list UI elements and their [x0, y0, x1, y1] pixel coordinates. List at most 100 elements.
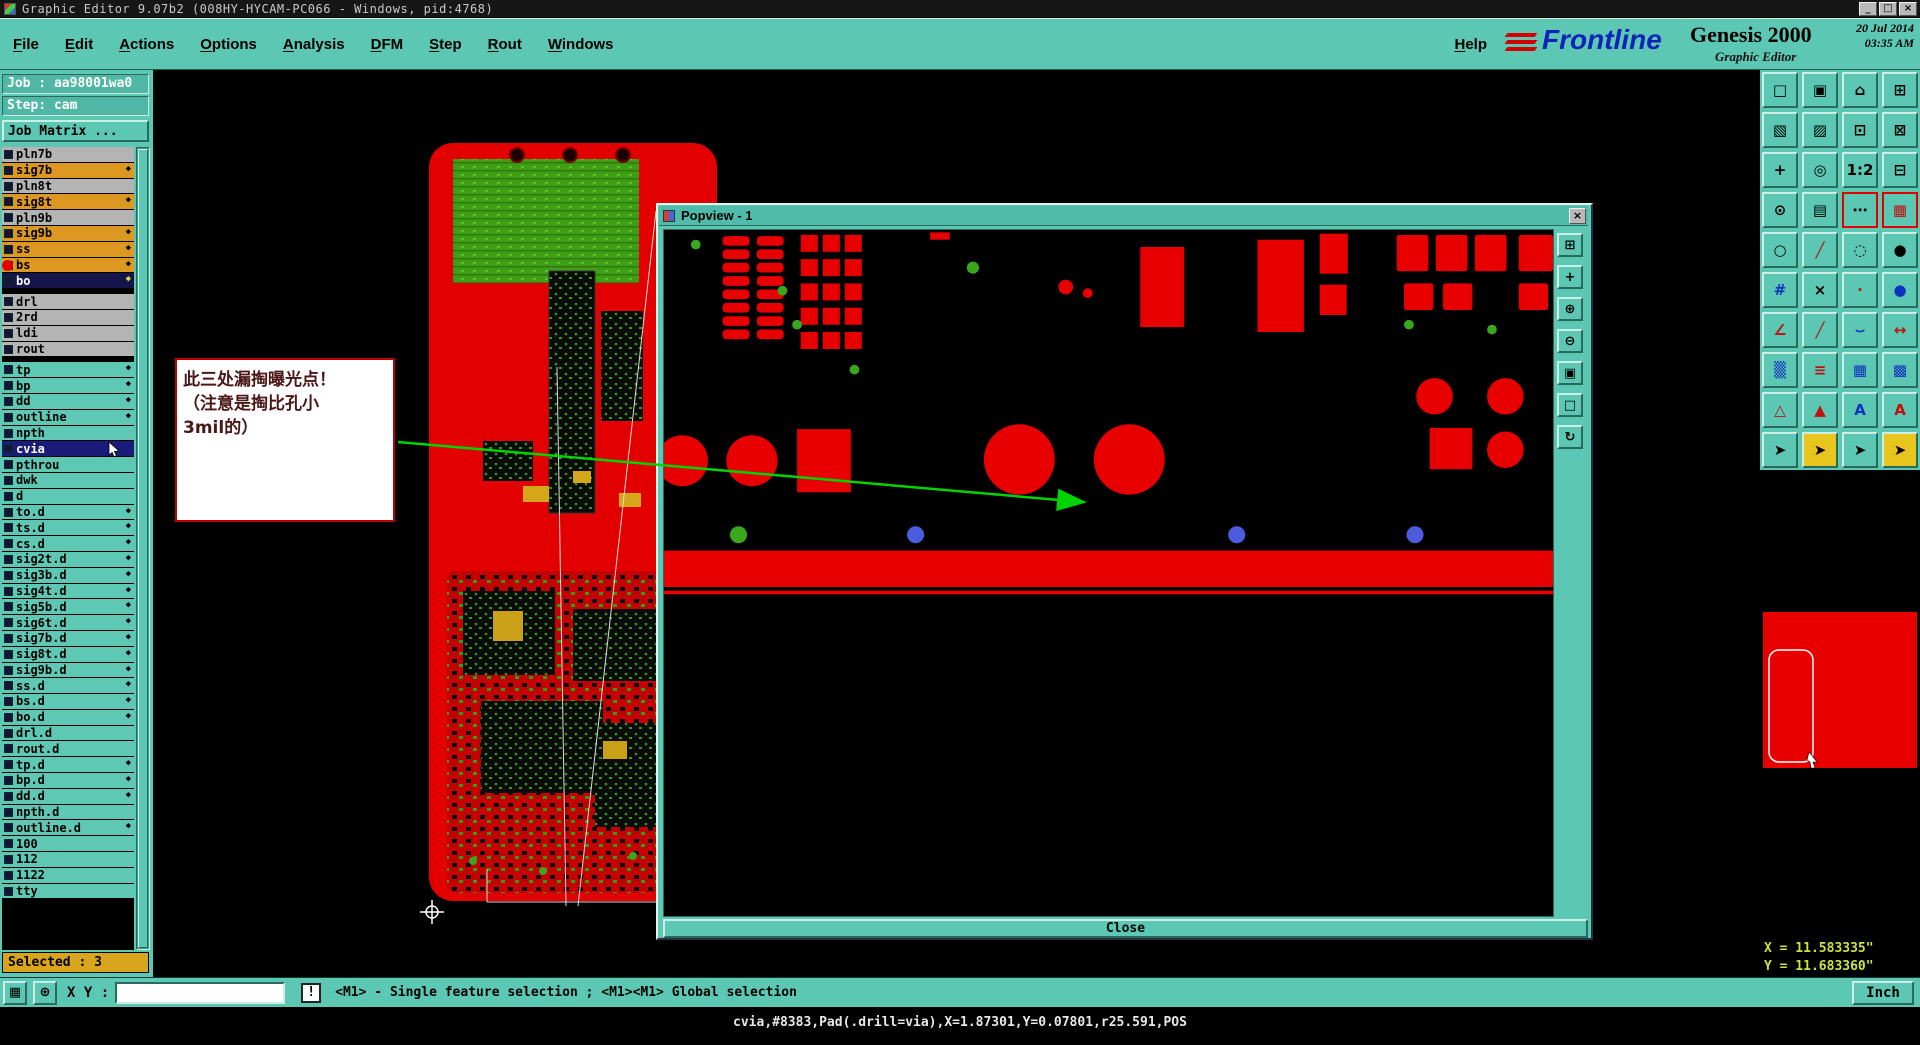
- text-blue-icon[interactable]: A: [1842, 392, 1878, 428]
- layer-row[interactable]: bs ◆: [2, 257, 134, 274]
- layer-row[interactable]: 100 ◆: [2, 836, 134, 853]
- layer-row[interactable]: sig7b ◆: [2, 162, 134, 179]
- layer-row[interactable]: to.d ◆: [2, 504, 134, 521]
- layer-visibility-checkbox[interactable]: [4, 839, 13, 849]
- layer-visibility-checkbox[interactable]: [4, 712, 13, 722]
- layer-row[interactable]: bp.d ◆: [2, 773, 134, 789]
- layer-row[interactable]: sig4t.d ◆: [2, 583, 134, 600]
- layer-row[interactable]: rout ◆: [2, 341, 134, 358]
- job-matrix-button[interactable]: Job Matrix ...: [2, 120, 149, 142]
- zoom-in-icon[interactable]: ⊕: [1557, 297, 1583, 321]
- layer-visibility-checkbox[interactable]: [4, 633, 13, 643]
- layer-row[interactable]: pln9b ◆: [2, 210, 134, 226]
- layer-visibility-checkbox[interactable]: [4, 697, 13, 707]
- refresh-icon[interactable]: ↻: [1557, 425, 1583, 449]
- menu-item[interactable]: Analysis: [270, 29, 358, 59]
- halftone-blue-icon[interactable]: ▒: [1762, 352, 1798, 388]
- layer-visibility-checkbox[interactable]: [4, 365, 13, 375]
- menu-item[interactable]: Edit: [52, 29, 106, 59]
- layer-row[interactable]: npth.d ◆: [2, 804, 134, 821]
- layer-visibility-checkbox[interactable]: [4, 276, 13, 286]
- popview-close-icon[interactable]: ×: [1569, 207, 1586, 224]
- angle-red-icon[interactable]: ∠: [1762, 312, 1798, 348]
- pan-view-icon[interactable]: +: [1762, 152, 1798, 188]
- layer-row[interactable]: bp ◆: [2, 378, 134, 394]
- layer-visibility-checkbox[interactable]: [4, 150, 13, 159]
- layer-row[interactable]: cs.d ◆: [2, 536, 134, 552]
- layer-row[interactable]: tp ◆: [2, 362, 134, 379]
- menu-item[interactable]: Step: [416, 29, 475, 59]
- layer-visibility-checkbox[interactable]: [4, 681, 13, 691]
- layer-visibility-checkbox[interactable]: [4, 570, 13, 580]
- target-view-icon[interactable]: ◎: [1802, 152, 1838, 188]
- corner-zoom-2-icon[interactable]: ▨: [1802, 112, 1838, 148]
- clock-icon[interactable]: ⊙: [1762, 192, 1798, 228]
- grid-red-icon[interactable]: ▦: [1882, 192, 1918, 228]
- layer-list-scrollbar[interactable]: [136, 147, 150, 950]
- layer-visibility-checkbox[interactable]: [4, 328, 13, 338]
- layer-visibility-checkbox[interactable]: [4, 776, 13, 786]
- delete-x-icon[interactable]: ×: [1802, 272, 1838, 308]
- layer-visibility-checkbox[interactable]: [4, 297, 13, 307]
- pan-icon[interactable]: +: [1557, 265, 1583, 289]
- menu-item[interactable]: Rout: [475, 29, 535, 59]
- layer-row[interactable]: bo ◆: [2, 273, 134, 290]
- layer-row[interactable]: bs.d ◆: [2, 694, 134, 710]
- layer-visibility-checkbox[interactable]: [4, 444, 13, 454]
- line-red-icon[interactable]: ╱: [1802, 312, 1838, 348]
- menu-item[interactable]: DFM: [358, 29, 417, 59]
- popview-canvas[interactable]: [656, 229, 1554, 917]
- slash-red-icon[interactable]: ╱: [1802, 232, 1838, 268]
- dots-icon[interactable]: ⋯: [1842, 192, 1878, 228]
- layer-row[interactable]: 1122 ◆: [2, 867, 134, 884]
- home-view-icon[interactable]: ⌂: [1842, 72, 1878, 108]
- xy-input[interactable]: [115, 981, 286, 1004]
- layer-visibility-checkbox[interactable]: [4, 344, 13, 354]
- layer-visibility-checkbox[interactable]: [4, 886, 13, 896]
- layer-row[interactable]: d ◆: [2, 488, 134, 505]
- alert-button[interactable]: !: [301, 982, 322, 1003]
- layer-row[interactable]: ss ◆: [2, 241, 134, 258]
- layer-visibility-checkbox[interactable]: [4, 649, 13, 659]
- layer-row[interactable]: drl.d ◆: [2, 725, 134, 742]
- layer-visibility-checkbox[interactable]: [4, 586, 13, 596]
- screen-view-icon[interactable]: ▣: [1802, 72, 1838, 108]
- popview-title-bar[interactable]: Popview - 1 ×: [659, 206, 1588, 226]
- layer-visibility-checkbox[interactable]: [4, 760, 13, 770]
- layer-row[interactable]: sig8t ◆: [2, 194, 134, 211]
- layer-row[interactable]: bo.d ◆: [2, 709, 134, 726]
- layer-visibility-checkbox[interactable]: [4, 665, 13, 675]
- layer-row[interactable]: sig2t.d ◆: [2, 551, 134, 568]
- layer-visibility-checkbox[interactable]: [4, 396, 13, 406]
- corner-zoom-icon[interactable]: ▧: [1762, 112, 1798, 148]
- layer-row[interactable]: ss.d ◆: [2, 678, 134, 695]
- layer-row[interactable]: tty ◆: [2, 883, 134, 900]
- fit-view-icon[interactable]: ▣: [1557, 361, 1583, 385]
- layer-visibility-checkbox[interactable]: [4, 807, 13, 817]
- layer-visibility-checkbox[interactable]: [4, 791, 13, 801]
- layer-row[interactable]: 112 ◆: [2, 852, 134, 868]
- layer-row[interactable]: rout.d ◆: [2, 741, 134, 758]
- pattern-blue-icon[interactable]: #: [1762, 272, 1798, 308]
- layer-row[interactable]: dd ◆: [2, 393, 134, 410]
- scrollbar-thumb[interactable]: [138, 149, 148, 948]
- layer-visibility-checkbox[interactable]: [4, 181, 13, 191]
- grid-blue-icon[interactable]: ▦: [1842, 352, 1878, 388]
- layer-row[interactable]: cvia ◆: [2, 441, 134, 458]
- layer-row[interactable]: sig5b.d ◆: [2, 599, 134, 616]
- layer-visibility-checkbox[interactable]: [4, 744, 13, 754]
- unit-button[interactable]: Inch: [1852, 981, 1914, 1005]
- mesh-blue-icon[interactable]: ▩: [1882, 352, 1918, 388]
- layer-visibility-checkbox[interactable]: [4, 475, 13, 485]
- zoom-out-icon[interactable]: ⊖: [1557, 329, 1583, 353]
- layer-row[interactable]: dwk ◆: [2, 472, 134, 489]
- menu-item[interactable]: Options: [187, 29, 270, 59]
- small-dot-red-icon[interactable]: ·: [1842, 272, 1878, 308]
- filled-circle-icon[interactable]: ●: [1882, 232, 1918, 268]
- select-arrow-2-icon[interactable]: ➤: [1842, 432, 1878, 468]
- layer-row[interactable]: outline ◆: [2, 409, 134, 426]
- layer-visibility-checkbox[interactable]: [4, 428, 13, 438]
- dashed-circle-icon[interactable]: ◌: [1842, 232, 1878, 268]
- circle-tool-icon[interactable]: ○: [1762, 232, 1798, 268]
- layer-visibility-checkbox[interactable]: [4, 602, 13, 612]
